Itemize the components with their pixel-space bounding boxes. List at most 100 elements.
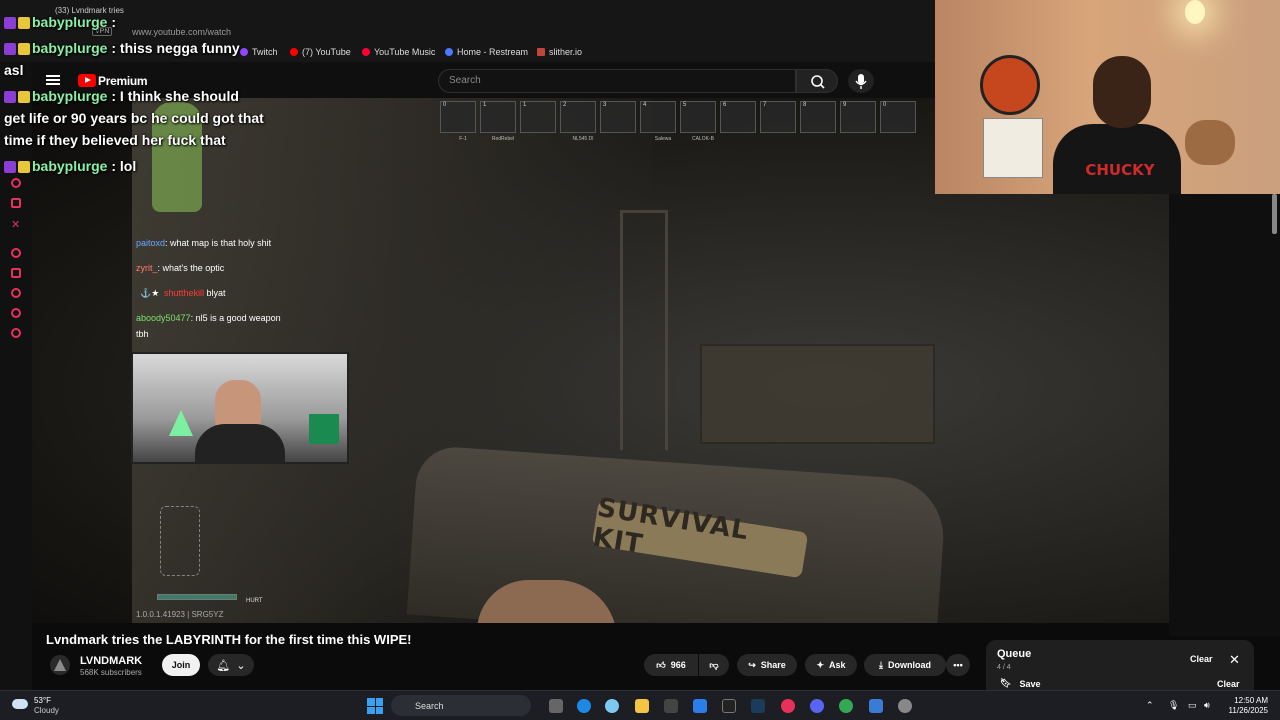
sidebar-icon[interactable] (11, 288, 21, 298)
settings-icon[interactable] (898, 699, 912, 713)
weather-temp[interactable]: 53°F (34, 696, 51, 705)
chat-separator: : (107, 40, 120, 56)
chat-badges: ⚓★ (140, 288, 160, 298)
close-icon[interactable]: ✕ (1229, 652, 1240, 668)
sidebar-icon[interactable] (11, 178, 21, 188)
menu-icon[interactable] (46, 75, 60, 85)
bookmark-restream[interactable]: Home - Restream (445, 47, 528, 57)
bookmark-icon: 🔖︎ (1000, 678, 1012, 688)
search-button[interactable] (796, 69, 838, 93)
bookmark-twitch[interactable]: Twitch (240, 47, 278, 57)
volume-icon[interactable]: 🔊︎ (1204, 700, 1210, 711)
queue-save-button[interactable]: 🔖︎ Save (1000, 678, 1040, 689)
store-icon[interactable] (664, 699, 678, 713)
chat-separator: : (107, 14, 117, 30)
copilot-icon[interactable] (605, 699, 619, 713)
ask-button[interactable]: ✦ Ask (805, 654, 857, 676)
slot-label: CALOK-B (692, 136, 714, 142)
like-count: 966 (670, 660, 686, 670)
sub-badge-icon (4, 91, 16, 104)
chat-message: get life or 90 years bc he could got tha… (4, 110, 264, 126)
overlay-chat-line: asl (4, 62, 23, 78)
hotbar-slot: 9 (840, 101, 876, 133)
sidebar-icon[interactable] (11, 248, 21, 258)
join-button[interactable]: Join (162, 654, 200, 676)
streamer-body (195, 424, 285, 462)
chrome-icon[interactable] (839, 699, 853, 713)
slot-number: 7 (763, 102, 767, 108)
slot-number: 5 (683, 102, 687, 108)
chevron-down-icon: ⌄ (236, 659, 246, 672)
app-icon[interactable] (869, 699, 883, 713)
more-icon: ••• (953, 660, 963, 670)
youtube-logo-icon[interactable] (78, 74, 96, 87)
chevron-up-icon[interactable]: ⌃ (1146, 700, 1154, 711)
bookmark-slither[interactable]: slither.io (537, 47, 582, 57)
weather-condition[interactable]: Cloudy (34, 706, 59, 715)
download-button[interactable]: ⤓ Download (864, 654, 946, 676)
search-input[interactable]: Search (438, 69, 796, 93)
sidebar-icon[interactable] (11, 328, 21, 338)
clock-time[interactable]: 12:50 AM (1224, 696, 1268, 705)
chat-username: zyrit_ (136, 263, 158, 273)
dislike-button[interactable]: 👎︎ (699, 654, 729, 676)
channel-avatar[interactable] (50, 655, 70, 675)
notification-button[interactable]: 🔔︎ ⌄ (208, 654, 254, 676)
chat-message: nl5 is a good weapon (195, 313, 281, 323)
discord-icon[interactable] (810, 699, 824, 713)
subscriber-count: 568K subscribers (80, 668, 142, 677)
slot-number: 9 (843, 102, 847, 108)
address-bar[interactable]: www.youtube.com/watch (132, 27, 231, 37)
streaming-app-icon[interactable] (781, 699, 795, 713)
network-icon[interactable]: ▭ (1188, 700, 1197, 711)
queue-clear-button[interactable]: Clear (1190, 654, 1213, 664)
ask-label: Ask (829, 660, 846, 670)
scrollbar[interactable] (1272, 194, 1277, 234)
hurt-label: HURT (246, 598, 263, 604)
slither-icon (537, 48, 545, 56)
more-button[interactable]: ••• (946, 654, 970, 676)
file-explorer-icon[interactable] (635, 699, 649, 713)
channel-name[interactable]: LVNDMARK (80, 655, 142, 667)
chat-username: babyplurge (32, 158, 108, 174)
clock-date[interactable]: 11/26/2025 (1224, 706, 1268, 715)
queue-count: 4 / 4 (997, 664, 1011, 671)
share-button[interactable]: ↪ Share (737, 654, 797, 676)
task-view-icon[interactable] (549, 699, 563, 713)
steam-icon[interactable] (751, 699, 765, 713)
chat-message: blyat (206, 288, 226, 298)
thumbs-up-icon: 👍︎ (656, 659, 666, 670)
overlay-chat-line: time if they believed her fuck that (4, 132, 226, 148)
lamp (1185, 0, 1205, 24)
chat-separator: : (107, 158, 120, 174)
sub-badge-icon (4, 43, 16, 56)
x-icon[interactable]: ✕ (11, 218, 21, 231)
chat-separator: : (107, 88, 120, 104)
x-app-icon[interactable] (722, 699, 736, 713)
microphone-tray-icon[interactable]: 🎙︎ (1168, 700, 1179, 711)
like-button[interactable]: 👍︎ 966 (644, 654, 698, 676)
taskbar-search[interactable]: Search (391, 695, 531, 716)
gift-badge-icon (18, 161, 30, 174)
slot-label: NL545 DI (572, 136, 594, 142)
sidebar-icon[interactable] (11, 308, 21, 318)
cam-light (169, 410, 193, 436)
overlay-chat-line: babyplurge : (4, 14, 116, 30)
dog (1185, 120, 1235, 165)
search-icon (811, 75, 825, 89)
twitch-icon[interactable] (11, 198, 21, 208)
hotbar-slot: 8 (800, 101, 836, 133)
bookmark-label: Twitch (252, 47, 278, 57)
hotbar-slot: 6 (720, 101, 756, 133)
start-button[interactable] (367, 698, 383, 714)
bookmark-youtube[interactable]: (7) YouTube (290, 47, 351, 57)
bookmark-youtube-music[interactable]: YouTube Music (362, 47, 435, 57)
cloud-icon[interactable] (12, 699, 28, 709)
outlook-icon[interactable] (693, 699, 707, 713)
sidebar-icon[interactable] (11, 268, 21, 278)
edge-icon[interactable] (577, 699, 591, 713)
save-clear-button[interactable]: Clear (1217, 679, 1240, 689)
queue-title: Queue (997, 648, 1032, 660)
slot-label: Salewa (654, 136, 672, 142)
mic-button[interactable] (848, 69, 874, 93)
